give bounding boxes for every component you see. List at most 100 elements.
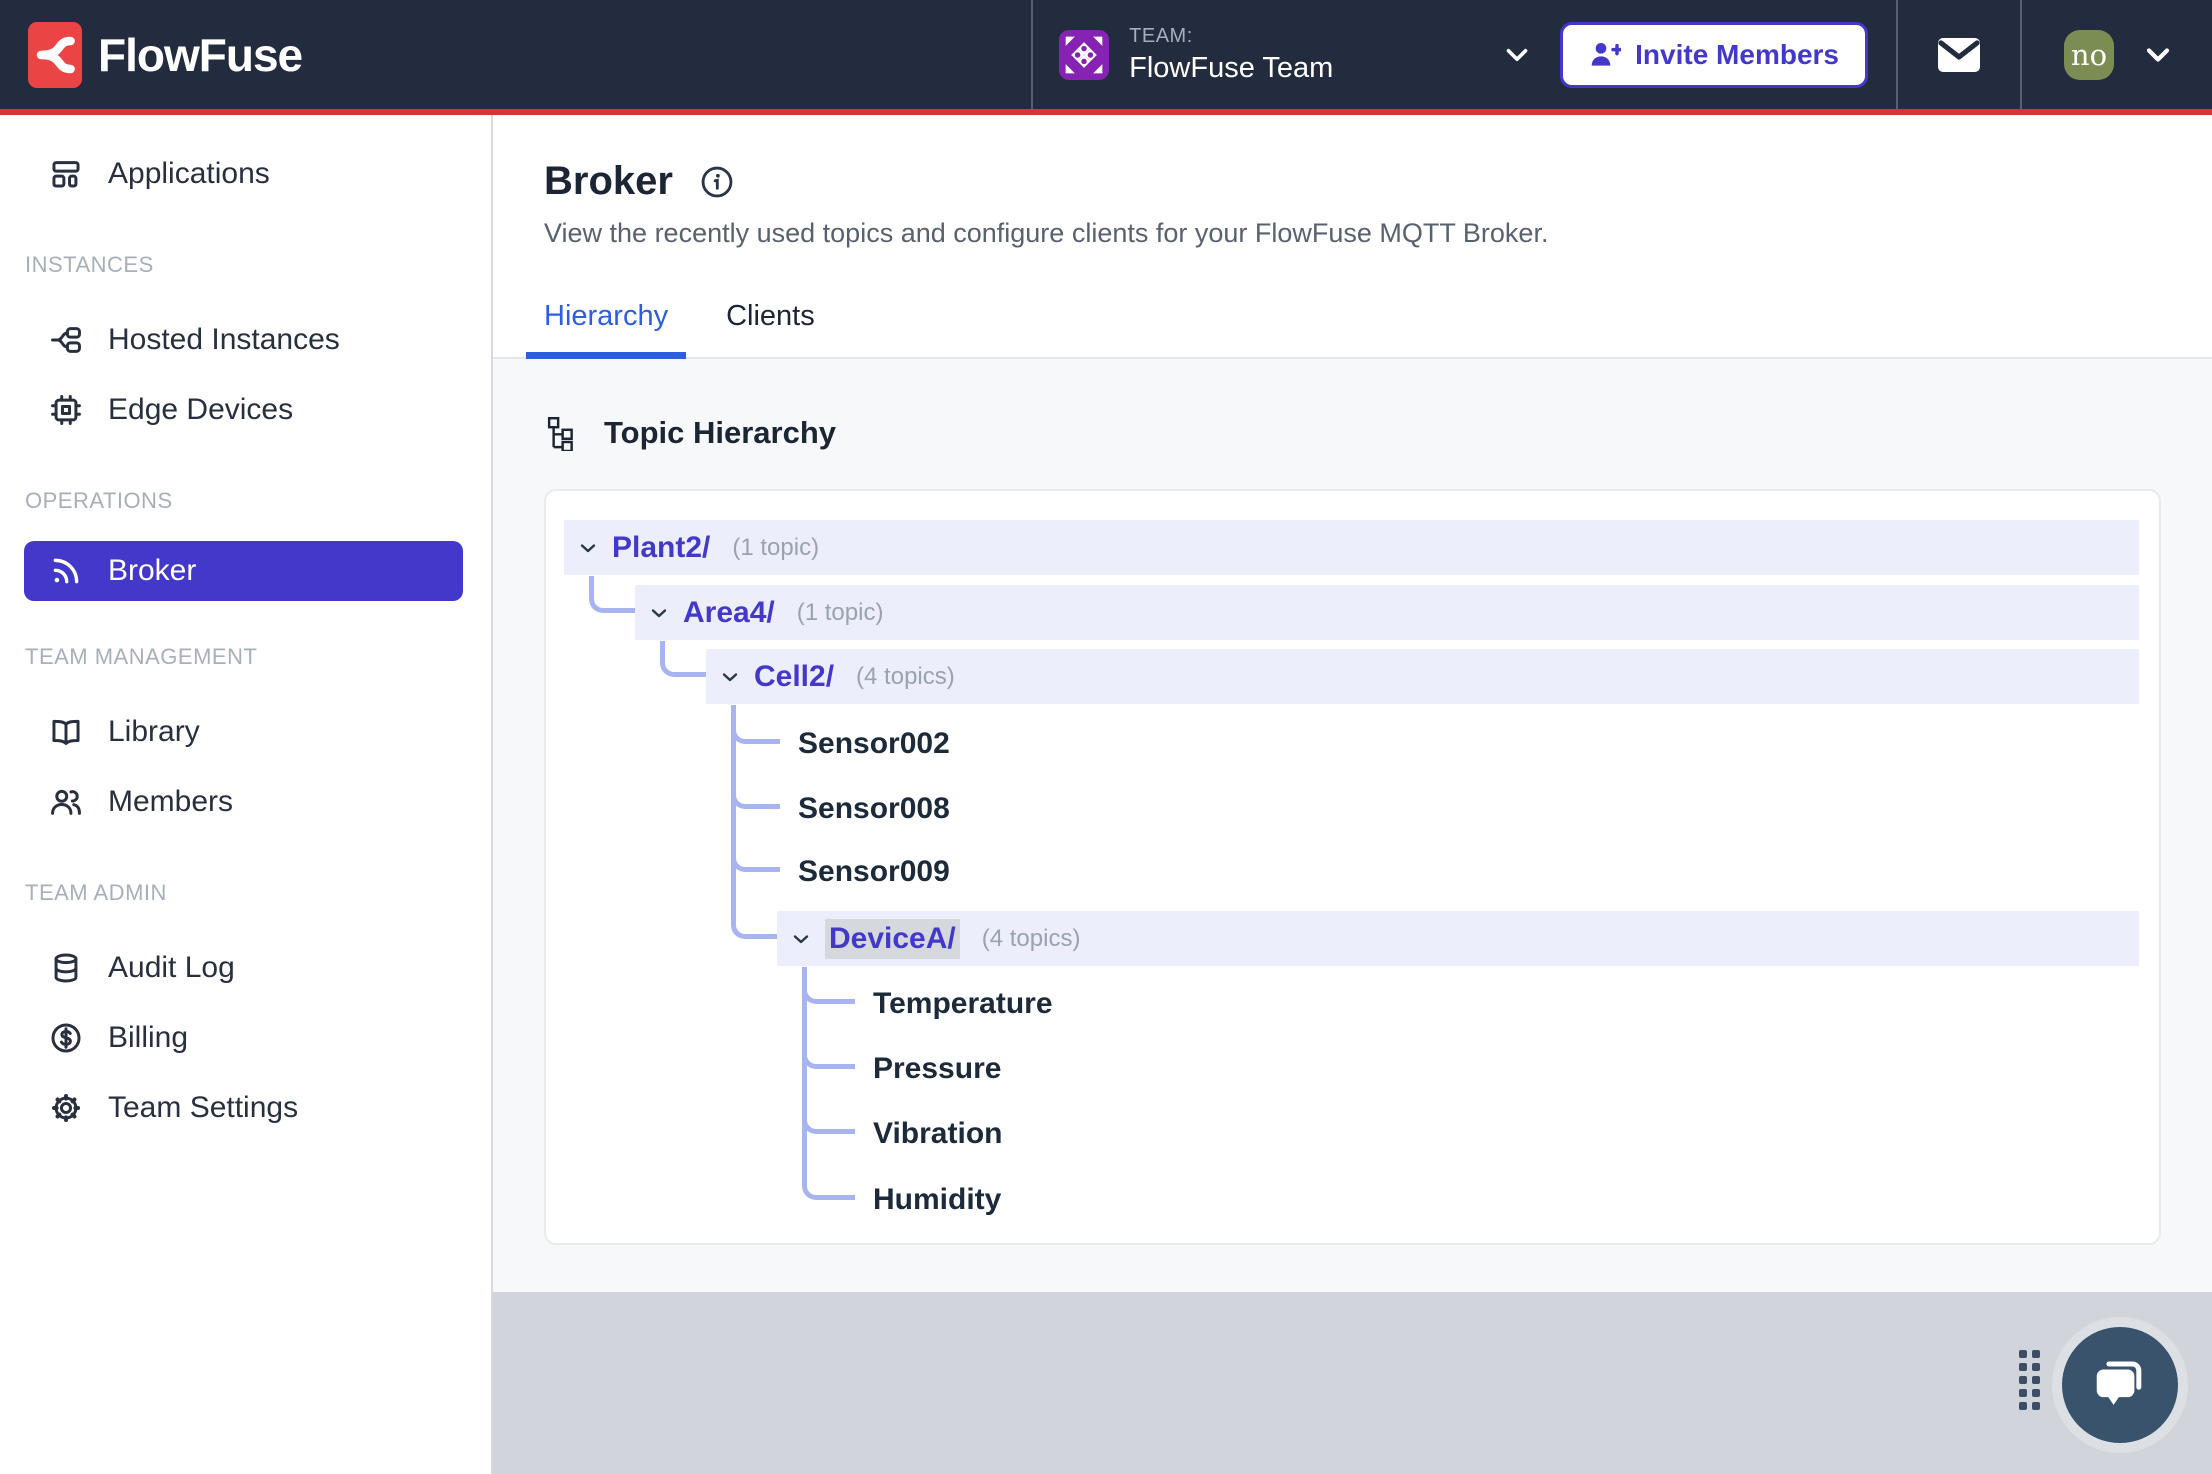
sidebar-item-label: Billing bbox=[108, 1021, 189, 1054]
team-selector[interactable]: TEAM: FlowFuse Team bbox=[1033, 0, 1560, 109]
topic-hierarchy-card: Plant2/ (1 topic) Area4/ (1 topic) Cell2/ (4 … bbox=[544, 489, 2161, 1245]
sidebar-item-label: Edge Devices bbox=[108, 393, 294, 426]
chevron-down-icon[interactable] bbox=[718, 665, 742, 689]
tree-row-area4[interactable]: Area4/ (1 topic) bbox=[635, 585, 2139, 640]
tree-row-humidity[interactable]: Humidity bbox=[873, 1172, 1001, 1227]
topic-label: DeviceA/ bbox=[825, 918, 960, 959]
sidebar-item-hosted-instances[interactable]: Hosted Instances bbox=[0, 305, 491, 375]
footer-band bbox=[493, 1292, 2212, 1474]
broker-icon bbox=[48, 553, 84, 589]
tree-row-sensor009[interactable]: Sensor009 bbox=[798, 844, 950, 899]
topic-count: (1 topic) bbox=[732, 533, 820, 561]
edge-devices-icon bbox=[48, 392, 84, 428]
tree-row-sensor002[interactable]: Sensor002 bbox=[798, 716, 950, 771]
hosted-instances-icon bbox=[48, 322, 84, 358]
user-avatar[interactable]: no bbox=[2064, 29, 2114, 80]
sidebar-item-audit-log[interactable]: Audit Log bbox=[0, 933, 491, 1003]
sidebar-item-label: Broker bbox=[108, 554, 197, 587]
main-panel: Broker View the recently used topics and… bbox=[493, 115, 2212, 1474]
billing-icon bbox=[48, 1020, 84, 1056]
sidebar-item-applications[interactable]: Applications bbox=[0, 139, 491, 209]
topic-label: Pressure bbox=[873, 1051, 1002, 1085]
tree-row-pressure[interactable]: Pressure bbox=[873, 1041, 1001, 1096]
branch-icon bbox=[36, 36, 75, 73]
topic-label: Sensor008 bbox=[798, 791, 950, 825]
invite-members-label: Invite Members bbox=[1635, 38, 1839, 70]
page-header: Broker View the recently used topics and… bbox=[493, 115, 2212, 359]
brand-wordmark: FlowFuse bbox=[98, 28, 303, 81]
topic-label: Sensor002 bbox=[798, 726, 950, 760]
topic-label: Temperature bbox=[873, 986, 1053, 1020]
tab-bar: Hierarchy Clients bbox=[525, 300, 815, 359]
tree-connector bbox=[802, 967, 855, 1200]
sidebar-item-label: Audit Log bbox=[108, 951, 235, 984]
team-label: TEAM: bbox=[1129, 24, 1193, 47]
tree-connector bbox=[660, 641, 706, 677]
tree-row-cell2[interactable]: Cell2/ (4 topics) bbox=[706, 649, 2139, 704]
invite-members-button[interactable]: Invite Members bbox=[1560, 21, 1868, 88]
sidebar-item-label: Applications bbox=[108, 157, 270, 190]
hierarchy-icon bbox=[547, 416, 573, 451]
team-settings-icon bbox=[48, 1090, 84, 1126]
sidebar-section-instances: INSTANCES bbox=[25, 252, 154, 277]
sidebar-item-label: Library bbox=[108, 715, 200, 748]
sidebar-item-label: Members bbox=[108, 785, 234, 818]
team-texts: TEAM: FlowFuse Team bbox=[1129, 25, 1500, 85]
members-icon bbox=[48, 784, 84, 820]
topic-label: Area4/ bbox=[683, 595, 775, 629]
sidebar-item-billing[interactable]: Billing bbox=[0, 1003, 491, 1073]
page-title: Broker bbox=[544, 159, 673, 203]
topic-label: Cell2/ bbox=[754, 659, 835, 693]
sidebar-item-label: Hosted Instances bbox=[108, 323, 340, 356]
tab-content: Topic Hierarchy Plant2/ (1 topic) Area4/ (1… bbox=[493, 359, 2212, 1292]
tab-clients[interactable]: Clients bbox=[726, 300, 815, 359]
top-navbar: FlowFuse TEAM: FlowFuse Team Invite Memb… bbox=[0, 0, 2212, 109]
sidebar-item-library[interactable]: Library bbox=[0, 697, 491, 767]
tree-row-plant2[interactable]: Plant2/ (1 topic) bbox=[564, 520, 2139, 575]
tree-row-devicea[interactable]: DeviceA/ (4 topics) bbox=[777, 911, 2139, 966]
tree-connector bbox=[731, 705, 777, 939]
sidebar-item-team-settings[interactable]: Team Settings bbox=[0, 1073, 491, 1143]
tree-row-temperature[interactable]: Temperature bbox=[873, 976, 1053, 1031]
team-avatar bbox=[1059, 29, 1110, 80]
audit-log-icon bbox=[48, 950, 84, 986]
topic-label: Humidity bbox=[873, 1182, 1002, 1216]
tree-connector bbox=[589, 576, 635, 613]
sidebar-item-members[interactable]: Members bbox=[0, 767, 491, 837]
drag-handle[interactable] bbox=[2019, 1350, 2040, 1410]
page-description: View the recently used topics and config… bbox=[544, 218, 1549, 248]
flowfuse-logo-icon[interactable] bbox=[28, 21, 82, 88]
topic-count: (1 topic) bbox=[796, 598, 884, 626]
tree-row-sensor008[interactable]: Sensor008 bbox=[798, 781, 950, 836]
topic-label: Vibration bbox=[873, 1116, 1003, 1150]
team-identicon-icon bbox=[1065, 36, 1103, 73]
user-plus-icon bbox=[1591, 42, 1622, 66]
topic-count: (4 topics) bbox=[981, 924, 1081, 952]
library-icon bbox=[48, 714, 84, 750]
mail-icon bbox=[1938, 37, 1980, 72]
chevron-down-icon bbox=[1506, 48, 1528, 61]
user-menu[interactable]: no bbox=[2022, 0, 2212, 109]
tab-hierarchy[interactable]: Hierarchy bbox=[525, 300, 687, 359]
section-header: Topic Hierarchy bbox=[544, 415, 2212, 451]
chevron-down-icon[interactable] bbox=[2140, 37, 2176, 73]
info-icon[interactable] bbox=[699, 164, 735, 200]
topic-count: (4 topics) bbox=[856, 662, 955, 690]
sidebar-item-label: Team Settings bbox=[108, 1091, 299, 1124]
chevron-down-icon[interactable] bbox=[576, 536, 600, 560]
sidebar-section-team-management: TEAM MANAGEMENT bbox=[25, 644, 258, 669]
sidebar-item-edge-devices[interactable]: Edge Devices bbox=[0, 375, 491, 445]
topic-label: Plant2/ bbox=[612, 530, 711, 564]
applications-icon bbox=[48, 156, 84, 192]
sidebar-section-team-admin: TEAM ADMIN bbox=[25, 880, 167, 905]
notifications-button[interactable] bbox=[1898, 0, 2020, 109]
chevron-down-icon[interactable] bbox=[647, 601, 671, 625]
chevron-down-icon[interactable] bbox=[789, 927, 813, 951]
section-title: Topic Hierarchy bbox=[604, 415, 837, 450]
sidebar-item-broker[interactable]: Broker bbox=[24, 541, 463, 601]
topic-label: Sensor009 bbox=[798, 854, 950, 888]
chat-widget-button[interactable] bbox=[2062, 1327, 2178, 1443]
chat-bubbles-icon bbox=[2096, 1361, 2142, 1405]
team-name: FlowFuse Team bbox=[1129, 51, 1334, 84]
tree-row-vibration[interactable]: Vibration bbox=[873, 1106, 1002, 1161]
